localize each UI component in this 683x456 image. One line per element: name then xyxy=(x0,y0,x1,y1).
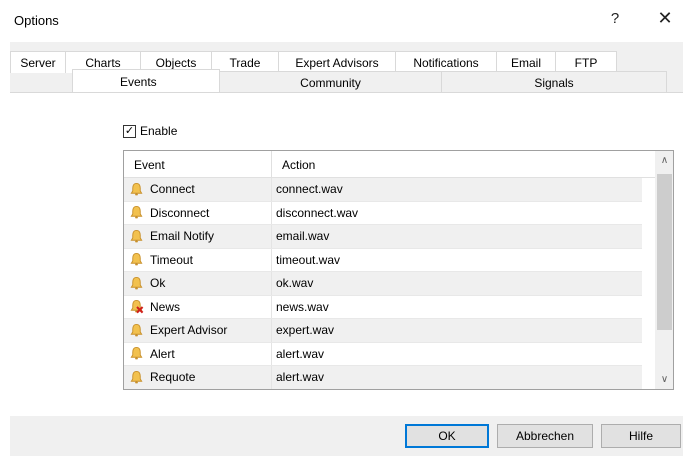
action-cell: expert.wav xyxy=(276,323,335,338)
enable-checkbox[interactable]: ✓ xyxy=(123,124,136,138)
list-row[interactable]: Disconnect disconnect.wav xyxy=(124,201,642,225)
event-label: Expert Advisor xyxy=(150,323,228,338)
list-row[interactable]: Email Notify email.wav xyxy=(124,225,642,249)
events-list: Event Action Connect connect.wav Disconnec… xyxy=(123,150,674,390)
close-button[interactable]: ✕ xyxy=(650,8,680,34)
action-cell: alert.wav xyxy=(276,346,325,361)
bell-icon xyxy=(129,205,144,220)
tab-email[interactable]: Email xyxy=(496,51,556,73)
window-title: Options xyxy=(14,13,59,28)
action-cell: news.wav xyxy=(276,299,329,314)
event-label: Disconnect xyxy=(150,205,210,220)
event-label: Requote xyxy=(150,370,196,385)
ok-button[interactable]: OK xyxy=(405,424,489,448)
bell-disabled-icon xyxy=(129,299,144,314)
enable-label: Enable xyxy=(140,124,178,138)
dialog-body: Server Charts Objects Trade Expert Advisors N… xyxy=(10,42,683,456)
list-rows: Connect connect.wav Disconnect disconnect.w… xyxy=(124,178,642,389)
event-cell: Timeout xyxy=(124,248,272,271)
bell-icon xyxy=(129,252,144,267)
cancel-button[interactable]: Abbrechen xyxy=(497,424,593,448)
tab-row-bottom: Events Community Signals xyxy=(72,69,667,93)
list-header: Event Action xyxy=(124,151,673,178)
list-row[interactable]: Expert Advisor expert.wav xyxy=(124,319,642,343)
bell-icon xyxy=(129,182,144,197)
vertical-scrollbar[interactable]: ∧ ∨ xyxy=(655,151,673,389)
tab-expert-advisors[interactable]: Expert Advisors xyxy=(278,51,396,73)
event-label: Alert xyxy=(150,346,175,361)
tab-notifications[interactable]: Notifications xyxy=(395,51,497,73)
bell-icon xyxy=(129,276,144,291)
title-bar: Options ? ✕ xyxy=(0,0,683,42)
action-cell: connect.wav xyxy=(276,182,343,197)
tab-events[interactable]: Events xyxy=(72,69,220,93)
help-button[interactable]: Hilfe xyxy=(601,424,681,448)
help-title-button[interactable]: ? xyxy=(600,10,630,32)
scroll-down-arrow-icon[interactable]: ∨ xyxy=(655,370,673,389)
bell-icon xyxy=(129,323,144,338)
list-row[interactable]: Timeout timeout.wav xyxy=(124,248,642,272)
list-row[interactable]: News news.wav xyxy=(124,295,642,319)
event-cell: Alert xyxy=(124,342,272,365)
event-cell: Ok xyxy=(124,272,272,295)
action-cell: disconnect.wav xyxy=(276,205,359,220)
enable-checkbox-group[interactable]: ✓ Enable xyxy=(123,124,177,138)
event-cell: Disconnect xyxy=(124,201,272,224)
event-label: Connect xyxy=(150,182,195,197)
event-label: Ok xyxy=(150,276,166,291)
tab-community[interactable]: Community xyxy=(219,71,442,93)
event-cell: News xyxy=(124,295,272,318)
bell-icon xyxy=(129,346,144,361)
bell-icon xyxy=(129,370,144,385)
action-cell: email.wav xyxy=(276,229,330,244)
action-cell: ok.wav xyxy=(276,276,314,291)
bell-icon xyxy=(129,229,144,244)
event-cell: Connect xyxy=(124,178,272,201)
action-cell: alert.wav xyxy=(276,370,325,385)
tab-ftp[interactable]: FTP xyxy=(555,51,617,73)
tab-server[interactable]: Server xyxy=(10,51,66,73)
list-row[interactable]: Ok ok.wav xyxy=(124,272,642,296)
event-cell: Email Notify xyxy=(124,225,272,248)
event-label: Email Notify xyxy=(150,229,215,244)
scroll-up-arrow-icon[interactable]: ∧ xyxy=(655,151,673,170)
scroll-thumb[interactable] xyxy=(657,174,672,330)
tab-trade[interactable]: Trade xyxy=(211,51,279,73)
event-label: News xyxy=(150,299,181,314)
action-cell: timeout.wav xyxy=(276,252,341,267)
tab-signals[interactable]: Signals xyxy=(441,71,667,93)
event-cell: Expert Advisor xyxy=(124,319,272,342)
list-row[interactable]: Requote alert.wav xyxy=(124,366,642,389)
event-cell: Requote xyxy=(124,366,272,389)
event-label: Timeout xyxy=(150,252,193,267)
column-header-action[interactable]: Action xyxy=(272,151,642,178)
column-header-event[interactable]: Event xyxy=(124,151,272,178)
list-row[interactable]: Alert alert.wav xyxy=(124,342,642,366)
list-row[interactable]: Connect connect.wav xyxy=(124,178,642,202)
